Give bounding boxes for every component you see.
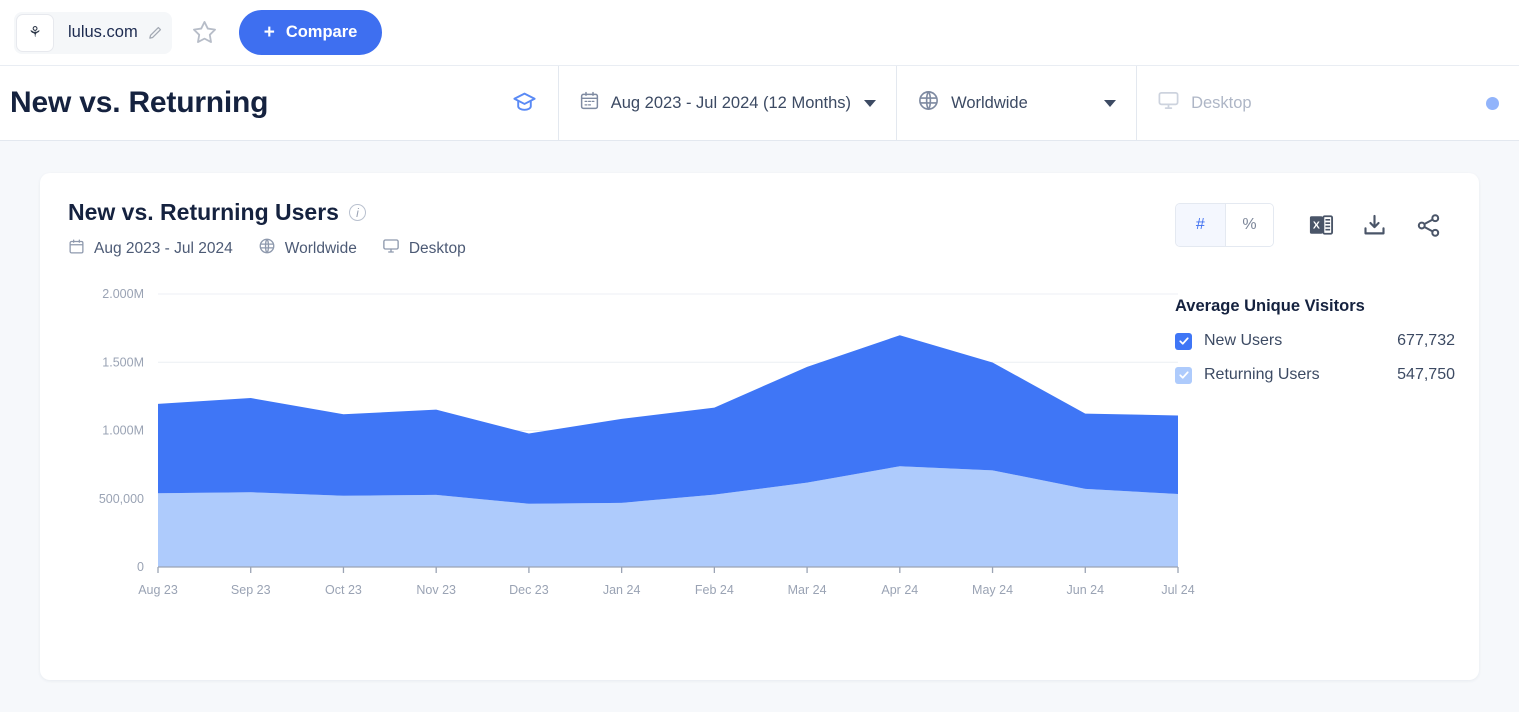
card-left-column: New vs. Returning Users i Aug 2023 - Jul… [68, 199, 1155, 680]
device-status-dot [1486, 97, 1499, 110]
x-axis-tick-label: Jun 24 [1067, 583, 1105, 597]
y-axis-tick-label: 1.000M [102, 424, 144, 438]
compare-button-label: Compare [286, 23, 358, 42]
x-axis-tick-label: Jan 24 [603, 583, 641, 597]
pencil-icon[interactable] [147, 24, 164, 41]
device-selector: Desktop [1136, 66, 1519, 140]
chevron-down-icon [1104, 100, 1116, 107]
x-axis-tick-label: Jul 24 [1161, 583, 1194, 597]
legend-row: New Users677,732 [1175, 332, 1455, 350]
unit-percent-button[interactable]: % [1225, 204, 1274, 246]
x-axis-tick-label: Mar 24 [788, 583, 827, 597]
x-axis-tick-label: Feb 24 [695, 583, 734, 597]
new-vs-returning-area-chart[interactable]: 0 500,000 1.000M 1.500M 2.000M Aug 23 Sep 23 Oc… [68, 282, 1198, 622]
page-title: New vs. Returning [0, 66, 492, 140]
y-axis-tick-label: 500,000 [99, 492, 144, 506]
x-axis-tick-label: Nov 23 [416, 583, 456, 597]
desktop-monitor-icon [1157, 89, 1180, 117]
page-body: New vs. Returning Users i Aug 2023 - Jul… [0, 141, 1519, 712]
legend-label: Returning Users [1204, 366, 1397, 384]
compare-button[interactable]: + Compare [239, 10, 383, 55]
new-vs-returning-card: New vs. Returning Users i Aug 2023 - Jul… [40, 173, 1479, 680]
x-axis-tick-label: Sep 23 [231, 583, 271, 597]
svg-text:X: X [1313, 220, 1320, 232]
filter-bar: New vs. Returning Aug 2023 - Jul 2024 (1… [0, 66, 1519, 141]
x-axis-tick-label: Oct 23 [325, 583, 362, 597]
share-icon[interactable] [1401, 203, 1455, 247]
excel-export-icon[interactable]: X [1294, 203, 1348, 247]
legend-title: Average Unique Visitors [1175, 297, 1455, 316]
lulus-logo-icon: ⚘ [16, 14, 54, 52]
device-label: Desktop [1191, 94, 1252, 113]
calendar-icon [68, 238, 85, 260]
graduation-cap-icon[interactable] [492, 66, 558, 140]
legend-list: New Users677,732Returning Users547,750 [1175, 332, 1455, 384]
calendar-icon [579, 90, 600, 116]
card-meta-country: Worldwide [285, 240, 357, 258]
desktop-monitor-icon [382, 237, 400, 260]
country-selector[interactable]: Worldwide [896, 66, 1136, 140]
legend-label: New Users [1204, 332, 1397, 350]
date-range-label: Aug 2023 - Jul 2024 (12 Months) [611, 94, 851, 113]
card-meta-row: Aug 2023 - Jul 2024 Worldwide Desk [68, 237, 1155, 260]
x-axis-tick-label: Dec 23 [509, 583, 549, 597]
x-axis-tick-label: Apr 24 [881, 583, 918, 597]
download-icon[interactable] [1348, 203, 1402, 247]
card-title: New vs. Returning Users [68, 199, 339, 226]
chevron-down-icon [864, 100, 876, 107]
info-icon[interactable]: i [349, 204, 366, 221]
site-name: lulus.com [56, 23, 147, 42]
x-axis-tick-label: May 24 [972, 583, 1013, 597]
star-icon[interactable] [190, 18, 220, 48]
plus-icon: + [264, 23, 275, 42]
y-axis-tick-label: 0 [137, 560, 144, 574]
unit-toggle-group: # % [1175, 203, 1274, 247]
chart-area: 0 500,000 1.000M 1.500M 2.000M Aug 23 Sep 23 Oc… [68, 282, 1155, 622]
globe-icon [258, 237, 276, 260]
top-bar: ⚘ lulus.com + Compare [0, 0, 1519, 66]
legend-row: Returning Users547,750 [1175, 366, 1455, 384]
country-label: Worldwide [951, 94, 1028, 113]
legend-value: 677,732 [1397, 332, 1455, 350]
chart-toolbar: # % X [1175, 203, 1455, 247]
site-chip[interactable]: ⚘ lulus.com [14, 12, 172, 54]
card-meta-date: Aug 2023 - Jul 2024 [94, 240, 233, 258]
card-meta-device: Desktop [409, 240, 466, 258]
legend-value: 547,750 [1397, 366, 1455, 384]
card-header: New vs. Returning Users i [68, 199, 1155, 226]
globe-icon [917, 89, 940, 117]
unit-number-button[interactable]: # [1176, 204, 1225, 246]
card-right-column: # % X [1155, 199, 1455, 680]
y-axis-tick-label: 1.500M [102, 355, 144, 369]
y-axis-tick-label: 2.000M [102, 287, 144, 301]
date-range-selector[interactable]: Aug 2023 - Jul 2024 (12 Months) [558, 66, 896, 140]
x-axis-tick-label: Aug 23 [138, 583, 178, 597]
